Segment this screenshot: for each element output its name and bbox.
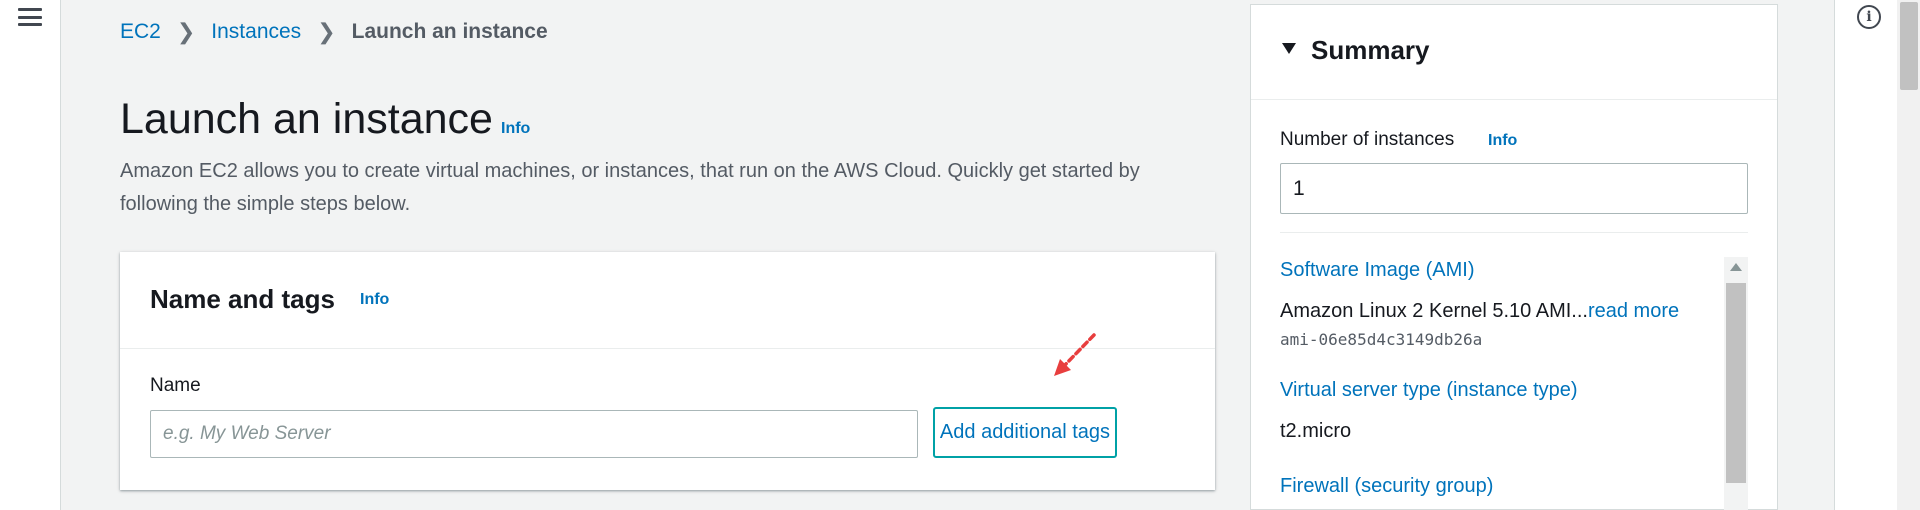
breadcrumb-current: Launch an instance [351,20,548,43]
ami-value: Amazon Linux 2 Kernel 5.10 AMI... [1280,300,1588,322]
summary-details: Software Image (AMI) Amazon Linux 2 Kern… [1280,255,1730,510]
chevron-right-icon: ❯ [176,19,196,44]
instance-type-link[interactable]: Virtual server type (instance type) [1280,379,1578,402]
firewall-link[interactable]: Firewall (security group) [1280,475,1493,498]
ami-id: ami-06e85d4c3149db26a [1280,330,1483,349]
number-of-instances-label: Number of instances [1280,129,1455,150]
breadcrumb-instances[interactable]: Instances [211,20,301,44]
ami-summary-line: Amazon Linux 2 Kernel 5.10 AMI...read mo… [1280,300,1679,323]
page-title: Launch an instance [120,95,493,143]
divider [1280,232,1748,233]
read-more-link[interactable]: read more [1588,300,1679,322]
instance-type-value: t2.micro [1280,420,1352,442]
chevron-right-icon: ❯ [317,19,336,44]
number-of-instances-input[interactable] [1280,163,1748,214]
name-input[interactable] [150,410,918,458]
info-circle-icon[interactable]: i [1857,5,1881,29]
page-scrollbar[interactable] [1897,0,1920,510]
page-description: Amazon EC2 allows you to create virtual … [120,160,1140,215]
breadcrumb-ec2[interactable]: EC2 [120,20,161,44]
name-tags-info-link[interactable]: Info [360,291,389,309]
summary-scrollbar[interactable] [1724,257,1748,510]
page-info-link[interactable]: Info [501,120,530,138]
left-navigation-rail [0,0,61,510]
hamburger-menu-icon[interactable] [18,6,42,28]
right-utility-rail: i [1834,0,1920,510]
scrollbar-thumb[interactable] [1726,283,1746,483]
summary-header[interactable]: Summary [1251,5,1777,100]
number-of-instances-info-link[interactable]: Info [1488,132,1517,150]
panel-title: Name and tags [150,284,335,314]
summary-title: Summary [1311,35,1430,65]
caret-down-icon[interactable] [1282,43,1296,54]
summary-panel: Summary Number of instances Info Softwar… [1250,4,1778,510]
software-image-link[interactable]: Software Image (AMI) [1280,259,1475,282]
scroll-up-arrow-icon[interactable] [1730,263,1742,271]
name-field-label: Name [150,375,201,396]
red-dashed-arrow [1054,333,1096,376]
breadcrumb: EC2 ❯ Instances ❯ Launch an instance [120,20,548,44]
page-scrollbar-thumb[interactable] [1900,2,1918,90]
add-additional-tags-button[interactable]: Add additional tags [933,407,1117,458]
